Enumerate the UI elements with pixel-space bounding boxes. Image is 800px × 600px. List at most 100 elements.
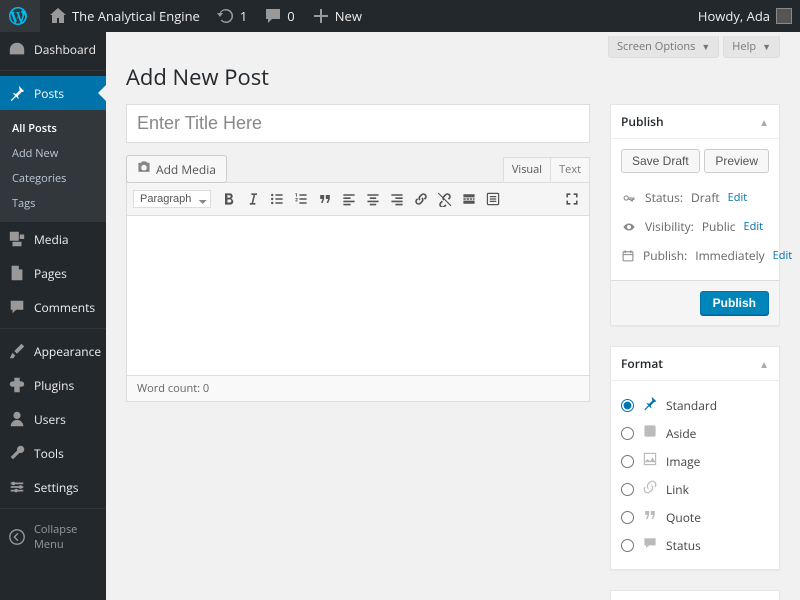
screen-options-button[interactable]: Screen Options▼ [608, 36, 719, 58]
menu-users[interactable]: Users [0, 402, 106, 436]
menu-label: Plugins [34, 377, 74, 394]
collapse-icon [8, 528, 26, 546]
image-icon [642, 451, 658, 471]
menu-posts[interactable]: Posts [0, 76, 106, 110]
collapse-label: Collapse Menu [34, 522, 98, 552]
format-standard[interactable]: Standard [621, 391, 769, 419]
add-media-button[interactable]: Add Media [126, 155, 227, 183]
edit-visibility-link[interactable]: Edit [744, 219, 764, 234]
menu-label: Posts [34, 85, 64, 102]
submenu-tags[interactable]: Tags [0, 191, 106, 216]
wp-logo[interactable] [0, 0, 40, 32]
more-button[interactable] [458, 188, 480, 210]
numbered-list-button[interactable] [290, 188, 312, 210]
format-status[interactable]: Status [621, 531, 769, 559]
menu-label: Users [34, 411, 66, 428]
menu-tools[interactable]: Tools [0, 436, 106, 470]
collapse-menu[interactable]: Collapse Menu [0, 514, 106, 560]
submenu-add-new[interactable]: Add New [0, 141, 106, 166]
site-name-label: The Analytical Engine [72, 7, 200, 25]
menu-label: Comments [34, 299, 95, 316]
avatar [776, 8, 792, 24]
link-button[interactable] [410, 188, 432, 210]
update-icon [216, 6, 236, 26]
status-icon [642, 535, 658, 555]
updates-link[interactable]: 1 [208, 0, 255, 32]
my-account[interactable]: Howdy, Ada [690, 0, 800, 32]
toggle-icon[interactable]: ▲ [759, 357, 769, 371]
add-media-label: Add Media [156, 161, 216, 178]
publish-button[interactable]: Publish [700, 291, 769, 315]
help-button[interactable]: Help▼ [723, 36, 780, 58]
menu-pages[interactable]: Pages [0, 256, 106, 290]
new-content-link[interactable]: New [303, 0, 370, 32]
updates-count: 1 [240, 7, 247, 25]
menu-appearance[interactable]: Appearance [0, 334, 106, 368]
chevron-down-icon: ▼ [701, 40, 710, 53]
unlink-button[interactable] [434, 188, 456, 210]
blockquote-button[interactable] [314, 188, 336, 210]
format-link[interactable]: Link [621, 475, 769, 503]
align-left-button[interactable] [338, 188, 360, 210]
fullscreen-button[interactable] [561, 188, 583, 210]
menu-plugins[interactable]: Plugins [0, 368, 106, 402]
tab-visual[interactable]: Visual [503, 157, 551, 182]
menu-label: Pages [34, 265, 67, 282]
bullet-list-button[interactable] [266, 188, 288, 210]
edit-status-link[interactable]: Edit [728, 190, 748, 205]
preview-button[interactable]: Preview [704, 149, 769, 173]
media-icon [8, 230, 26, 248]
tab-text[interactable]: Text [550, 157, 590, 182]
menu-media[interactable]: Media [0, 222, 106, 256]
camera-icon [137, 160, 151, 178]
format-select[interactable]: Paragraph [133, 190, 211, 208]
chevron-down-icon: ▼ [762, 40, 771, 53]
italic-button[interactable] [242, 188, 264, 210]
menu-label: Appearance [34, 343, 101, 360]
menu-settings[interactable]: Settings [0, 470, 106, 504]
align-right-button[interactable] [386, 188, 408, 210]
toolbar-toggle-button[interactable] [482, 188, 504, 210]
dashboard-icon [8, 40, 26, 58]
comment-icon [8, 298, 26, 316]
wrench-icon [8, 444, 26, 462]
key-icon [621, 190, 637, 206]
content-editor[interactable] [126, 216, 590, 376]
edit-date-link[interactable]: Edit [773, 248, 793, 263]
menu-label: Dashboard [34, 41, 96, 58]
page-icon [8, 264, 26, 282]
bold-button[interactable] [218, 188, 240, 210]
content-area: Screen Options▼ Help▼ Add New Post Add M… [106, 32, 800, 600]
align-center-button[interactable] [362, 188, 384, 210]
site-name-link[interactable]: The Analytical Engine [40, 0, 208, 32]
plugin-icon [8, 376, 26, 394]
menu-label: Settings [34, 479, 79, 496]
menu-dashboard[interactable]: Dashboard [0, 32, 106, 66]
save-draft-button[interactable]: Save Draft [621, 149, 700, 173]
submenu-all-posts[interactable]: All Posts [0, 116, 106, 141]
format-heading: Format [621, 355, 663, 372]
menu-label: Media [34, 231, 69, 248]
pin-icon [642, 395, 658, 415]
comments-count: 0 [287, 7, 294, 25]
submenu-categories[interactable]: Categories [0, 166, 106, 191]
editor: Paragraph Word count [126, 182, 590, 402]
aside-icon [642, 423, 658, 443]
home-icon [48, 6, 68, 26]
user-icon [8, 410, 26, 428]
toggle-icon[interactable]: ▲ [759, 115, 769, 129]
menu-comments[interactable]: Comments [0, 290, 106, 324]
pin-icon [8, 84, 26, 102]
wordpress-icon [8, 6, 28, 26]
comments-link[interactable]: 0 [255, 0, 302, 32]
submenu-posts: All Posts Add New Categories Tags [0, 110, 106, 222]
status-bar: Word count: 0 [126, 376, 590, 402]
format-aside[interactable]: Aside [621, 419, 769, 447]
word-count: Word count: 0 [137, 381, 209, 396]
brush-icon [8, 342, 26, 360]
format-image[interactable]: Image [621, 447, 769, 475]
new-label: New [335, 7, 362, 25]
post-title-input[interactable] [126, 104, 590, 143]
plus-icon [311, 6, 331, 26]
format-quote[interactable]: Quote [621, 503, 769, 531]
